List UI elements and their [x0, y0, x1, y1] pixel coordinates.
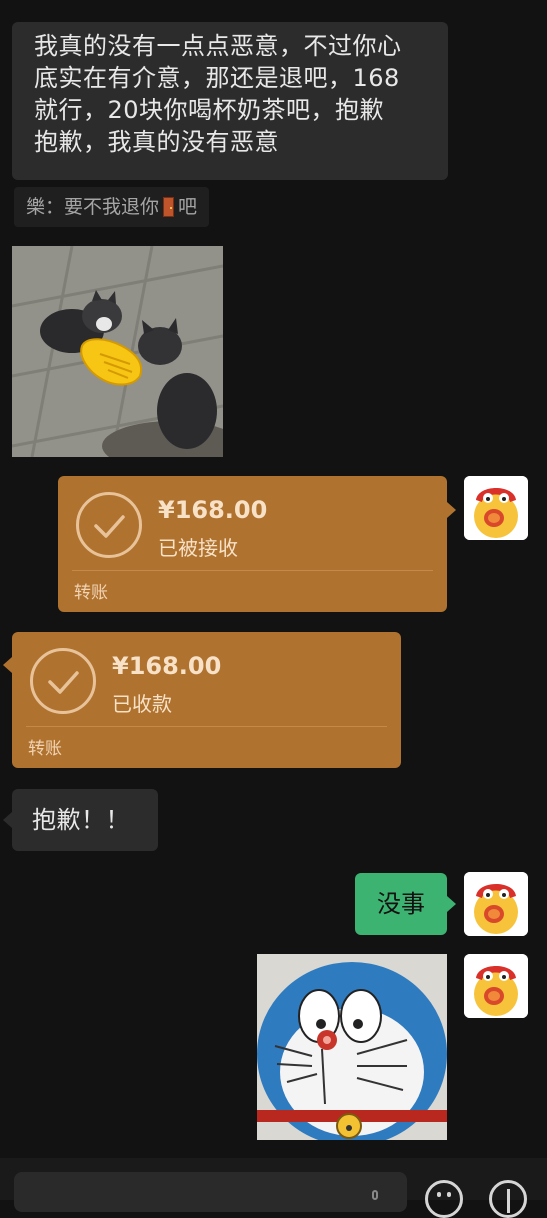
check-circle-icon [76, 492, 142, 558]
quote-text: 樂：要不我退你 [26, 196, 160, 218]
message-bubble-right[interactable]: 没事 [355, 873, 447, 935]
message-text-line: 底实在有介意，那还是退吧，168 [34, 64, 400, 92]
message-text-line: 就行，20块你喝杯奶茶吧，抱歉 [34, 96, 385, 124]
cats-handshake-sticker[interactable] [12, 246, 223, 457]
avatar-self[interactable] [464, 872, 528, 936]
bubble-tail [3, 812, 12, 828]
message-text: 没事 [377, 890, 425, 918]
check-circle-icon [30, 648, 96, 714]
avatar-self[interactable] [464, 954, 528, 1018]
message-text-line: 抱歉，我真的没有恶意 [34, 128, 279, 156]
message-text-line: 我真的没有一点点恶意，不过你心 [34, 32, 402, 60]
transfer-label: 转账 [74, 583, 108, 603]
transfer-divider [26, 726, 387, 727]
voice-cursor-icon [372, 1190, 378, 1200]
message-bubble-left[interactable]: 抱歉！！ [12, 789, 158, 851]
message-bubble-left[interactable]: 我真的没有一点点恶意，不过你心 底实在有介意，那还是退吧，168 就行，20块你… [12, 22, 448, 180]
message-text: 抱歉！！ [32, 806, 130, 834]
transfer-divider [72, 570, 433, 571]
transfer-status: 已收款 [112, 692, 172, 716]
doraemon-image [257, 954, 447, 1140]
emoji-icon[interactable] [425, 1180, 463, 1218]
cats-handshake-image [12, 246, 223, 457]
bubble-tail [3, 657, 12, 673]
plus-icon[interactable] [489, 1180, 527, 1218]
transfer-status: 已被接收 [158, 536, 238, 560]
avatar-self[interactable] [464, 476, 528, 540]
bubble-tail [447, 896, 456, 912]
bubble-tail [447, 502, 456, 518]
transfer-card-received[interactable]: ¥168.00 已收款 转账 [12, 632, 401, 768]
transfer-label: 转账 [28, 739, 62, 759]
transfer-card-sent[interactable]: ¥168.00 已被接收 转账 [58, 476, 447, 612]
doraemon-sticker[interactable] [257, 954, 447, 1140]
transfer-amount: ¥168.00 [112, 652, 222, 680]
transfer-amount: ¥168.00 [158, 496, 268, 524]
quoted-message[interactable]: 樂：要不我退你 吧 [14, 187, 210, 227]
message-input[interactable] [14, 1172, 407, 1212]
quote-text-suffix: 吧 [178, 196, 198, 218]
door-emoji-icon [163, 197, 175, 217]
